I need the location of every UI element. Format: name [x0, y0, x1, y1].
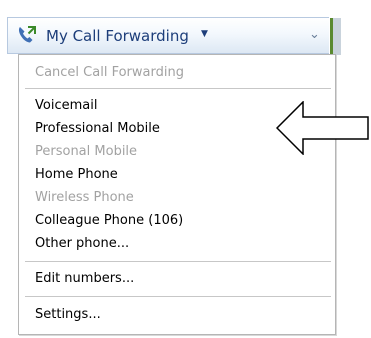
menu-item-settings[interactable]: Settings...: [35, 307, 101, 322]
call-forwarding-header[interactable]: My Call Forwarding ▼ ⌄: [7, 17, 341, 55]
menu-item-personal-mobile[interactable]: Personal Mobile: [35, 144, 137, 159]
menu-item-home-phone[interactable]: Home Phone: [35, 167, 118, 182]
menu-item-cancel-call-forwarding[interactable]: Cancel Call Forwarding: [35, 65, 184, 80]
menu-item-other-phone[interactable]: Other phone...: [35, 236, 129, 251]
menu-separator: [25, 261, 331, 262]
menu-item-voicemail[interactable]: Voicemail: [35, 98, 97, 113]
double-chevron-down-icon[interactable]: ⌄: [309, 27, 320, 42]
menu-item-professional-mobile[interactable]: Professional Mobile: [35, 121, 160, 136]
header-edge: [333, 18, 341, 55]
phone-forward-icon: [18, 26, 36, 43]
pointing-left-arrow-icon: [276, 101, 369, 155]
caret-down-icon[interactable]: ▼: [201, 29, 208, 39]
menu-separator: [25, 296, 331, 297]
menu-item-colleague-phone[interactable]: Colleague Phone (106): [35, 213, 183, 228]
call-forwarding-menu: Cancel Call Forwarding Voicemail Profess…: [18, 54, 336, 335]
call-forwarding-title[interactable]: My Call Forwarding: [46, 27, 189, 45]
menu-item-wireless-phone[interactable]: Wireless Phone: [35, 190, 134, 205]
menu-separator: [25, 88, 331, 89]
menu-item-edit-numbers[interactable]: Edit numbers...: [35, 271, 134, 286]
